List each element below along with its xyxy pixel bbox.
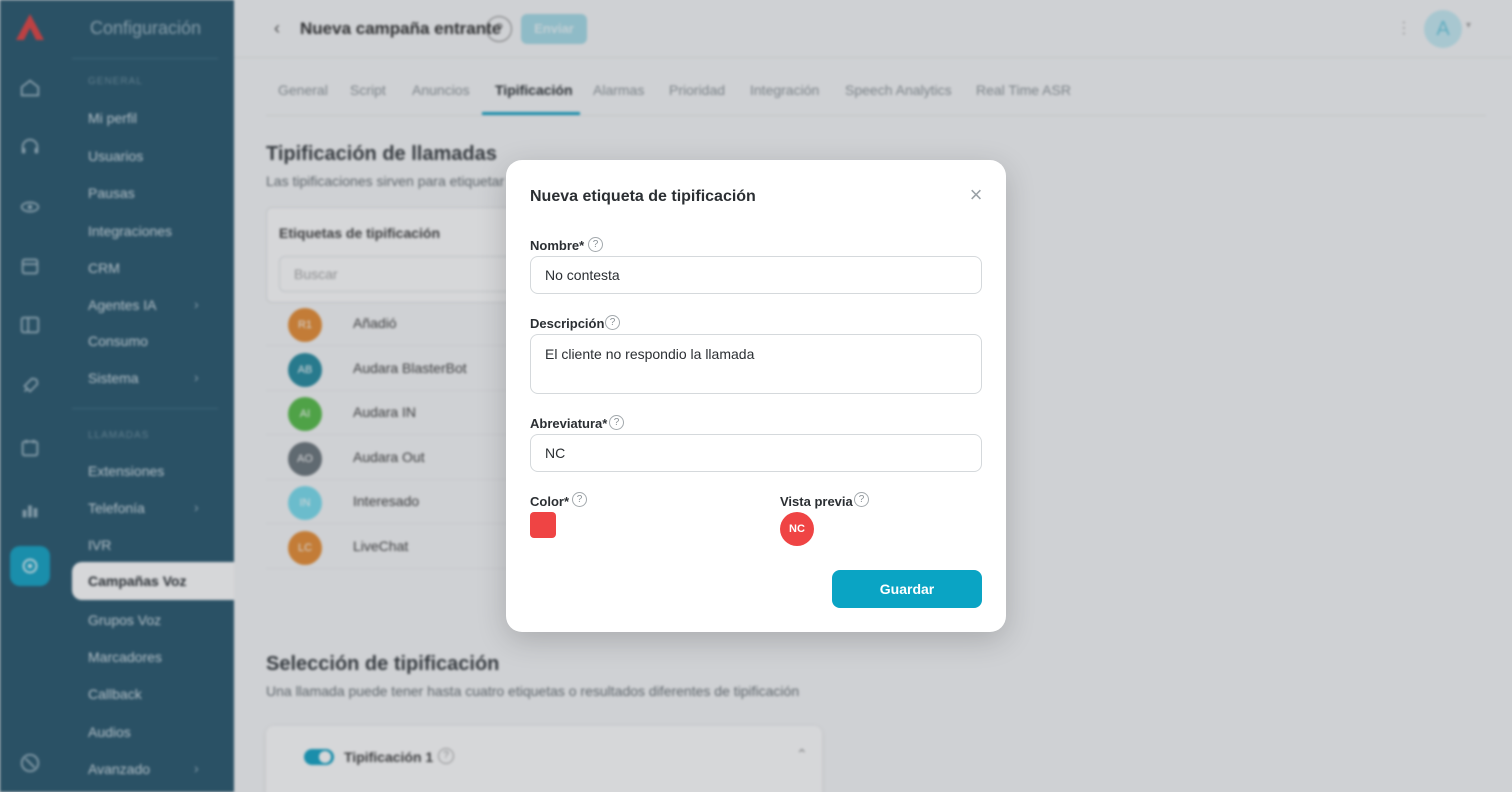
- tag-preview-badge: NC: [780, 512, 814, 546]
- abbreviation-field[interactable]: [530, 434, 982, 472]
- new-tag-dialog: Nueva etiqueta de tipificación × Nombre*…: [506, 160, 1006, 632]
- color-label: Color*: [530, 494, 569, 509]
- description-field[interactable]: El cliente no respondio la llamada: [530, 334, 982, 394]
- help-icon[interactable]: ?: [605, 315, 620, 330]
- dialog-title: Nueva etiqueta de tipificación: [530, 188, 756, 205]
- description-label: Descripción: [530, 316, 605, 331]
- help-icon[interactable]: ?: [609, 415, 624, 430]
- help-icon[interactable]: ?: [572, 492, 587, 507]
- abbreviation-label: Abreviatura*: [530, 416, 608, 431]
- name-label: Nombre*: [530, 238, 585, 253]
- save-button[interactable]: Guardar: [832, 570, 982, 608]
- color-picker-swatch[interactable]: [530, 512, 556, 538]
- help-icon[interactable]: ?: [588, 237, 603, 252]
- help-icon[interactable]: ?: [854, 492, 869, 507]
- name-field[interactable]: [530, 256, 982, 294]
- close-icon[interactable]: ×: [966, 184, 986, 206]
- preview-label: Vista previa: [780, 494, 853, 509]
